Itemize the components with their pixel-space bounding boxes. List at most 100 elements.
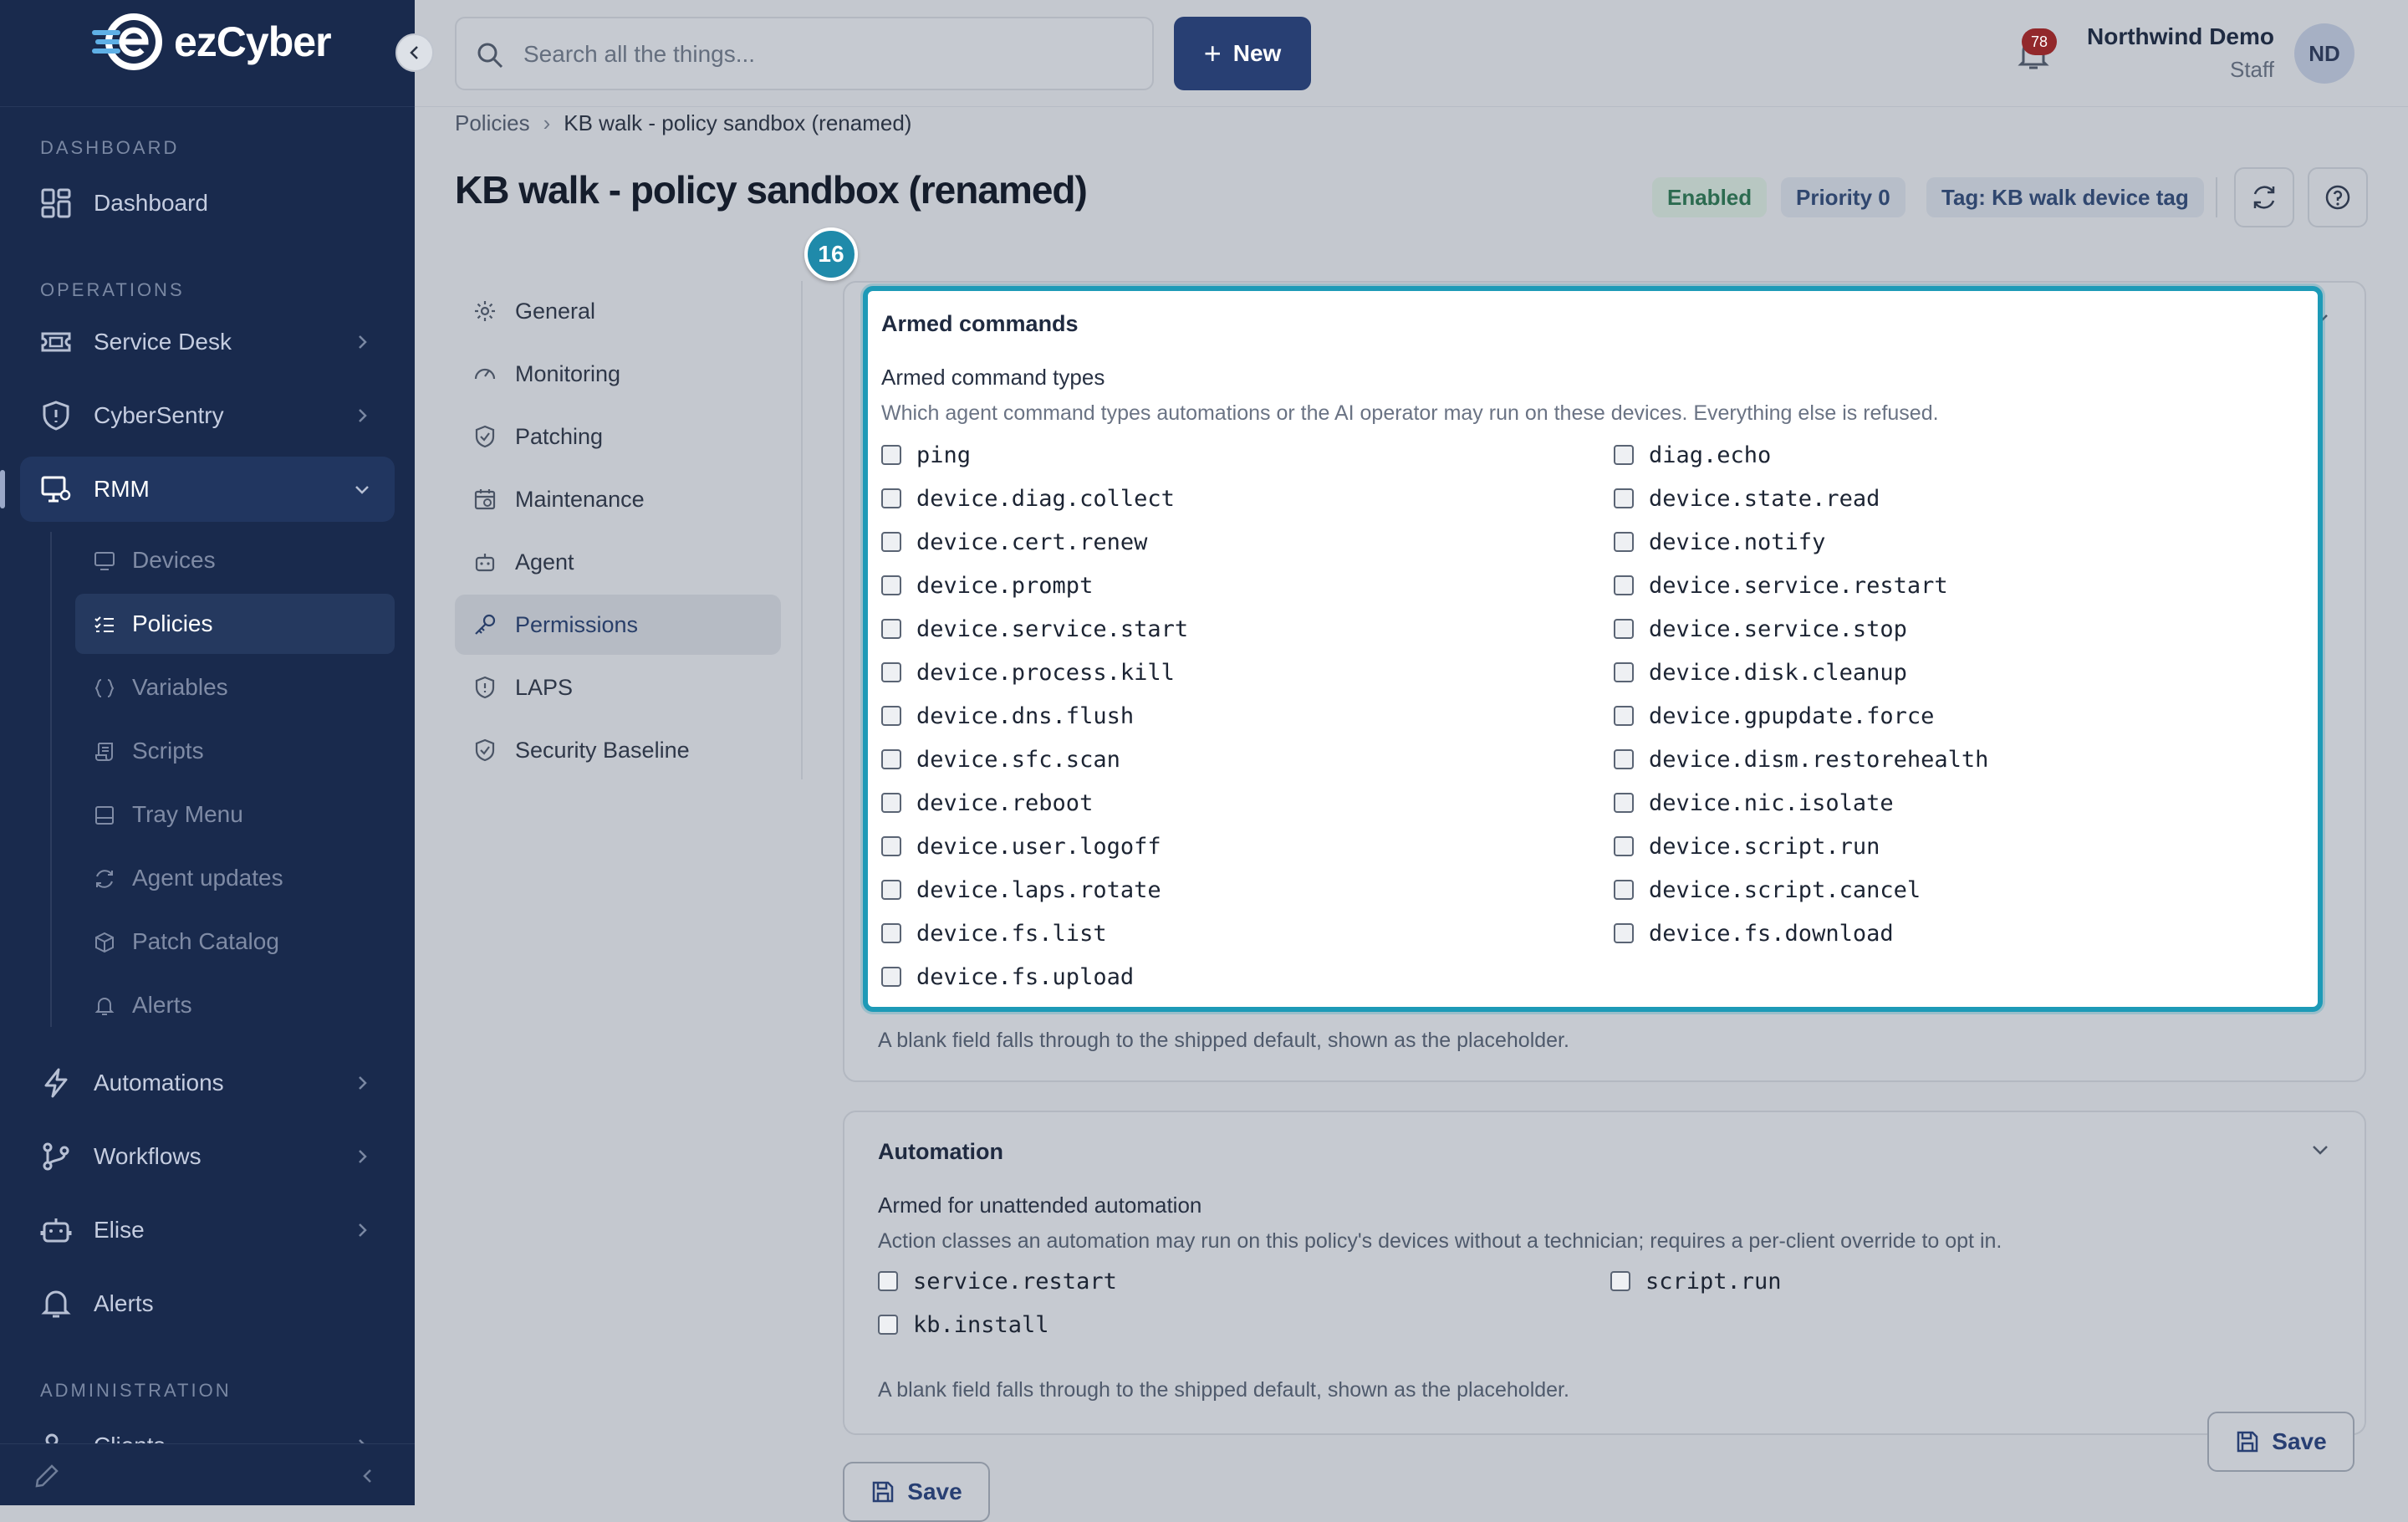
checkbox-box[interactable] <box>881 923 901 943</box>
command-checkbox[interactable]: ping <box>881 438 971 472</box>
checkbox-box[interactable] <box>881 836 901 856</box>
tab-security-baseline[interactable]: Security Baseline <box>455 720 781 780</box>
sidebar-item-elise[interactable]: Elise <box>20 1198 395 1263</box>
tab-agent[interactable]: Agent <box>455 532 781 592</box>
checkbox-box[interactable] <box>881 575 901 595</box>
checkbox-box[interactable] <box>1614 923 1634 943</box>
checkbox-box[interactable] <box>881 488 901 508</box>
sidebar-item-tray-menu[interactable]: Tray Menu <box>75 784 395 845</box>
tab-maintenance[interactable]: Maintenance <box>455 469 781 529</box>
search-input[interactable] <box>522 33 1124 75</box>
sidebar-item-cybersentry[interactable]: CyberSentry <box>20 383 395 448</box>
avatar[interactable]: ND <box>2294 23 2354 84</box>
command-checkbox[interactable]: device.laps.rotate <box>881 873 1161 907</box>
command-checkbox[interactable]: device.service.start <box>881 612 1188 646</box>
tab-general[interactable]: General <box>455 281 781 341</box>
command-checkbox[interactable]: device.service.restart <box>1614 569 1948 602</box>
command-checkbox[interactable]: device.script.run <box>1614 830 1880 863</box>
command-checkbox[interactable]: device.gpupdate.force <box>1614 699 1934 733</box>
breadcrumb-link-policies[interactable]: Policies <box>455 110 530 136</box>
command-checkbox[interactable]: device.service.stop <box>1614 612 1907 646</box>
tab-monitoring[interactable]: Monitoring <box>455 344 781 404</box>
checkbox-box[interactable] <box>878 1271 898 1291</box>
command-checkbox[interactable]: device.process.kill <box>881 656 1175 689</box>
pencil-icon[interactable] <box>33 1463 60 1489</box>
command-checkbox[interactable]: device.state.read <box>1614 482 1880 515</box>
checkbox-script-run[interactable]: script.run <box>1610 1264 1782 1298</box>
command-checkbox[interactable]: device.fs.download <box>1614 917 1894 950</box>
shield-check-icon <box>475 738 495 762</box>
command-checkbox[interactable]: device.sfc.scan <box>881 743 1120 776</box>
checkbox-box[interactable] <box>881 445 901 465</box>
checkbox-box[interactable] <box>881 706 901 726</box>
checkbox-box[interactable] <box>1614 619 1634 639</box>
sidebar-item-variables[interactable]: Variables <box>75 657 395 718</box>
checkbox-box[interactable] <box>1614 445 1634 465</box>
checkbox-box[interactable] <box>1614 793 1634 813</box>
sidebar-item-patch-catalog[interactable]: Patch Catalog <box>75 912 395 972</box>
checkbox-box[interactable] <box>878 1315 898 1335</box>
tab-patching[interactable]: Patching <box>455 406 781 467</box>
new-button[interactable]: + New <box>1174 17 1311 90</box>
checkbox-box[interactable] <box>881 880 901 900</box>
tag-badge: Tag: KB walk device tag <box>1926 177 2204 217</box>
sidebar-item-label: Tray Menu <box>132 801 243 827</box>
floating-save-button[interactable]: Save <box>2207 1412 2354 1472</box>
command-checkbox[interactable]: device.cert.renew <box>881 525 1147 559</box>
refresh-button[interactable] <box>2234 167 2294 227</box>
checkbox-service-restart[interactable]: service.restart <box>878 1264 1117 1298</box>
sidebar-item-agent-updates[interactable]: Agent updates <box>75 848 395 908</box>
sidebar-item-policies[interactable]: Policies <box>75 594 395 654</box>
checkbox-box[interactable] <box>881 662 901 682</box>
checkbox-box[interactable] <box>1614 532 1634 552</box>
sidebar-footer <box>0 1443 415 1505</box>
command-checkbox[interactable]: device.reboot <box>881 786 1093 820</box>
command-checkbox[interactable]: device.prompt <box>881 569 1093 602</box>
sidebar-item-automations[interactable]: Automations <box>20 1050 395 1116</box>
sidebar-item-service-desk[interactable]: Service Desk <box>20 309 395 375</box>
notification-count-badge[interactable]: 78 <box>2022 28 2057 55</box>
command-checkbox[interactable]: device.notify <box>1614 525 1825 559</box>
command-checkbox[interactable]: device.fs.upload <box>881 960 1134 993</box>
help-button[interactable] <box>2308 167 2368 227</box>
logo[interactable]: ezCyber <box>90 13 332 70</box>
checkbox-box[interactable] <box>881 619 901 639</box>
sidebar-item-scripts[interactable]: Scripts <box>75 721 395 781</box>
checkbox-box[interactable] <box>1614 706 1634 726</box>
tab-permissions[interactable]: Permissions <box>455 595 781 655</box>
checkbox-box[interactable] <box>1614 488 1634 508</box>
command-checkbox[interactable]: device.user.logoff <box>881 830 1161 863</box>
sidebar-item-dashboard[interactable]: Dashboard <box>20 171 395 236</box>
sidebar-item-workflows[interactable]: Workflows <box>20 1124 395 1189</box>
command-checkbox[interactable]: device.diag.collect <box>881 482 1175 515</box>
search-bar[interactable] <box>455 17 1154 90</box>
command-label: device.fs.list <box>916 920 1107 947</box>
checkbox-box[interactable] <box>881 532 901 552</box>
checkbox-box[interactable] <box>881 793 901 813</box>
checkbox-box[interactable] <box>1614 880 1634 900</box>
checkbox-box[interactable] <box>1614 662 1634 682</box>
chevron-down-icon[interactable] <box>2309 1139 2331 1161</box>
sidebar-item-devices[interactable]: Devices <box>75 530 395 590</box>
command-checkbox[interactable]: device.dns.flush <box>881 699 1134 733</box>
sidebar-item-alerts[interactable]: Alerts <box>20 1271 395 1336</box>
sidebar-item-rmm-alerts[interactable]: Alerts <box>75 975 395 1035</box>
checkbox-box[interactable] <box>1614 749 1634 769</box>
command-checkbox[interactable]: device.disk.cleanup <box>1614 656 1907 689</box>
checkbox-box[interactable] <box>1614 575 1634 595</box>
command-checkbox[interactable]: device.dism.restorehealth <box>1614 743 1988 776</box>
checkbox-box[interactable] <box>881 967 901 987</box>
chevron-left-icon[interactable] <box>358 1466 378 1486</box>
command-checkbox[interactable]: device.fs.list <box>881 917 1107 950</box>
command-checkbox[interactable]: device.script.cancel <box>1614 873 1921 907</box>
save-button[interactable]: Save <box>843 1462 990 1522</box>
command-checkbox[interactable]: diag.echo <box>1614 438 1771 472</box>
checkbox-kb-install[interactable]: kb.install <box>878 1308 1049 1341</box>
checkbox-box[interactable] <box>1614 836 1634 856</box>
checkbox-box[interactable] <box>1610 1271 1630 1291</box>
collapse-sidebar-button[interactable] <box>395 33 434 72</box>
sidebar-item-rmm[interactable]: RMM <box>0 457 395 522</box>
command-checkbox[interactable]: device.nic.isolate <box>1614 786 1894 820</box>
checkbox-box[interactable] <box>881 749 901 769</box>
tab-laps[interactable]: LAPS <box>455 657 781 718</box>
